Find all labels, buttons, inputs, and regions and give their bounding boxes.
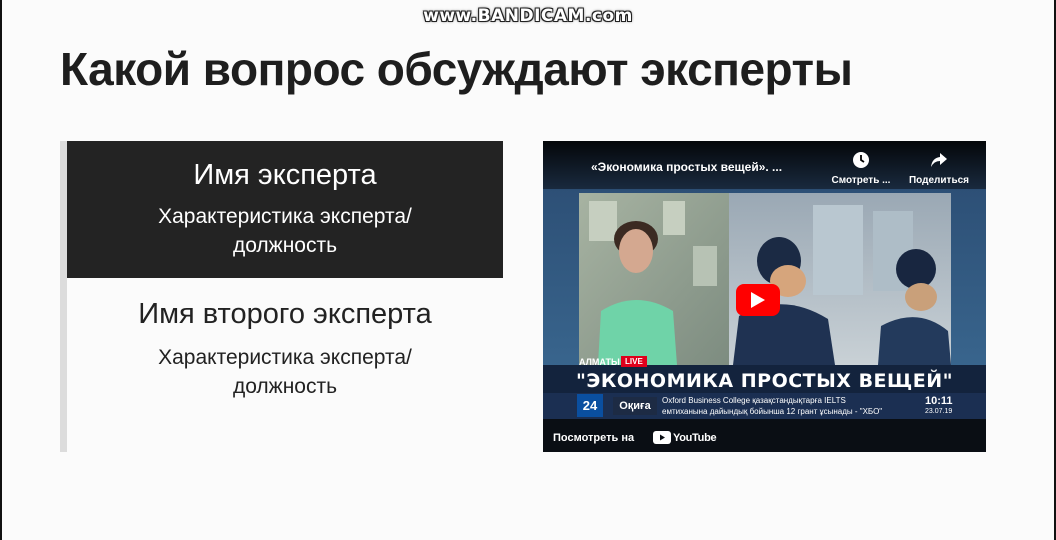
- news-ticker-line: емтиханына дайындық бойынша 12 грант ұсы…: [662, 407, 883, 416]
- news-category: Оқиға: [613, 397, 657, 415]
- location-tag: АЛМАТЫ: [579, 357, 620, 367]
- bandicam-watermark: www.BANDICAM.com: [423, 6, 633, 26]
- expert-description: Характеристика эксперта/ должность: [67, 192, 503, 260]
- frame-left-border: [0, 0, 2, 540]
- broadcast-time: 10:11: [925, 395, 953, 407]
- expert-name: Имя второго эксперта: [138, 298, 432, 330]
- share-label: Поделиться: [908, 175, 969, 186]
- expert-name: Имя эксперта: [193, 159, 377, 191]
- share-button[interactable]: Поделиться: [899, 151, 979, 186]
- expert-list: Имя эксперта Характеристика эксперта/ до…: [60, 141, 510, 452]
- video-title[interactable]: «Экономика простых вещей». ...: [591, 160, 782, 174]
- play-icon: [751, 292, 765, 308]
- expert-description-line: Характеристика эксперта/: [158, 205, 412, 228]
- expert-description-line: Характеристика эксперта/: [158, 346, 412, 369]
- expert-item-2[interactable]: Имя второго эксперта Характеристика эксп…: [67, 278, 503, 452]
- watch-later-label: Смотреть ...: [831, 175, 891, 186]
- share-arrow-icon: [931, 153, 947, 167]
- expert-description-line: должность: [232, 234, 338, 257]
- watch-on-youtube-button[interactable]: Посмотреть на YouTube: [543, 425, 986, 452]
- video-embed[interactable]: «Экономика простых вещей». ... Смотреть …: [543, 141, 986, 452]
- watch-on-label: Посмотреть на: [553, 432, 635, 444]
- expert-description: Характеристика эксперта/ должность: [67, 331, 503, 401]
- slide-title: Какой вопрос обсуждают эксперты: [60, 43, 853, 95]
- broadcast-date: 23.07.19: [925, 408, 953, 415]
- watch-later-button[interactable]: Смотреть ...: [821, 151, 901, 186]
- expert-description-line: должность: [232, 375, 338, 398]
- channel-logo: 24: [577, 394, 603, 417]
- expert-item-1[interactable]: Имя эксперта Характеристика эксперта/ до…: [67, 141, 503, 278]
- live-badge: LIVE: [621, 356, 647, 367]
- youtube-logo-icon: [653, 431, 671, 444]
- show-title-banner: "ЭКОНОМИКА ПРОСТЫХ ВЕЩЕЙ": [576, 370, 953, 392]
- clock-icon: [853, 152, 869, 168]
- news-ticker-line: Oxford Business College қазақстандықтарғ…: [662, 396, 846, 405]
- youtube-wordmark: YouTube: [673, 432, 717, 444]
- play-button[interactable]: [736, 284, 780, 316]
